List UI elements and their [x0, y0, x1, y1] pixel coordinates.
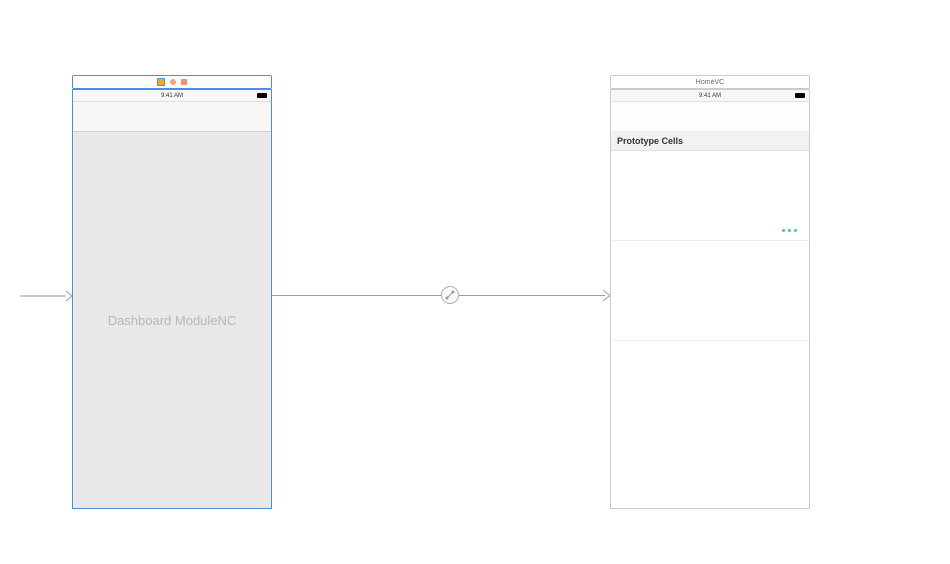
scene-header-icons	[157, 78, 187, 86]
scene-title-right: HomeVC	[696, 79, 724, 86]
phone-frame-right[interactable]: 9:41 AM Prototype Cells	[610, 89, 810, 509]
status-bar-left: 9:41 AM	[73, 90, 271, 102]
content-label-left: Dashboard ModuleNC	[108, 313, 237, 328]
nav-bar-left[interactable]	[73, 102, 271, 132]
battery-icon	[257, 93, 267, 98]
segue-line-1	[272, 295, 441, 296]
page-control-dots[interactable]	[782, 229, 797, 232]
status-time-left: 9:41 AM	[161, 93, 183, 99]
table-cell[interactable]	[611, 151, 809, 241]
dot-icon	[794, 229, 797, 232]
status-bar-right: 9:41 AM	[611, 90, 809, 102]
dot-icon	[788, 229, 791, 232]
content-area-left[interactable]: Dashboard ModuleNC	[73, 132, 271, 508]
segue-icon	[445, 290, 455, 300]
segue-indicator[interactable]	[441, 286, 459, 304]
segue-line-2	[459, 295, 605, 296]
table-cell[interactable]	[611, 341, 809, 461]
scene-home-vc[interactable]: HomeVC 9:41 AM Prototype Cells	[610, 75, 810, 509]
scene-dashboard-module[interactable]: 9:41 AM Dashboard ModuleNC	[72, 75, 272, 509]
table-cell[interactable]	[611, 241, 809, 341]
prototype-cells-label: Prototype Cells	[611, 132, 809, 151]
scene-header-right[interactable]: HomeVC	[610, 75, 810, 89]
status-time-right: 9:41 AM	[699, 93, 721, 99]
dot-icon	[782, 229, 785, 232]
scene-header-left[interactable]	[72, 75, 272, 89]
first-responder-icon[interactable]	[170, 79, 176, 85]
phone-frame-left[interactable]: 9:41 AM Dashboard ModuleNC	[72, 89, 272, 509]
entry-point-arrow	[20, 291, 72, 301]
exit-icon[interactable]	[181, 79, 187, 85]
viewcontroller-icon[interactable]	[157, 78, 165, 86]
nav-bar-right[interactable]	[611, 102, 809, 132]
battery-icon-right	[795, 93, 805, 98]
